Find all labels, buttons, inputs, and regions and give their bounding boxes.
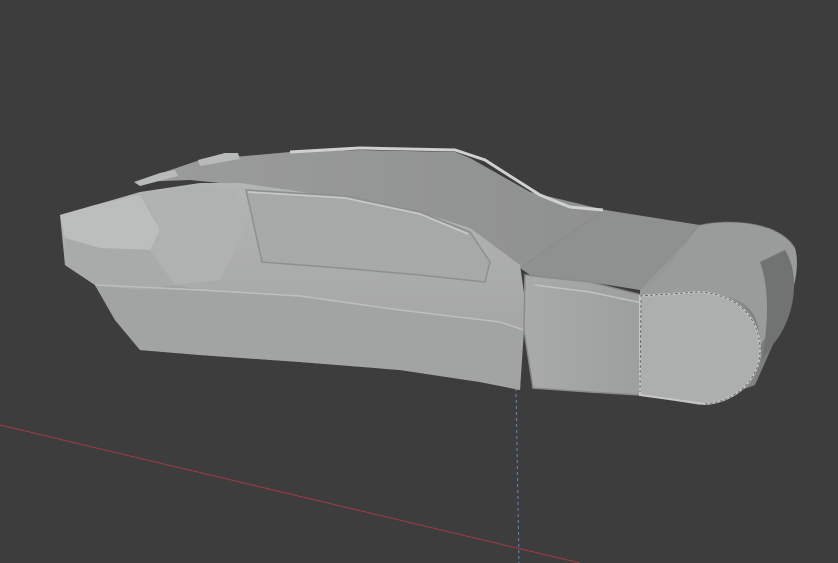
x-axis-line bbox=[0, 424, 581, 563]
hover-car-model[interactable] bbox=[60, 146, 797, 406]
rear-drum-endcap bbox=[639, 290, 762, 406]
3d-viewport[interactable] bbox=[0, 0, 838, 563]
viewport-canvas[interactable] bbox=[0, 0, 838, 563]
z-axis-line bbox=[515, 387, 520, 563]
rear-pod bbox=[523, 274, 646, 396]
